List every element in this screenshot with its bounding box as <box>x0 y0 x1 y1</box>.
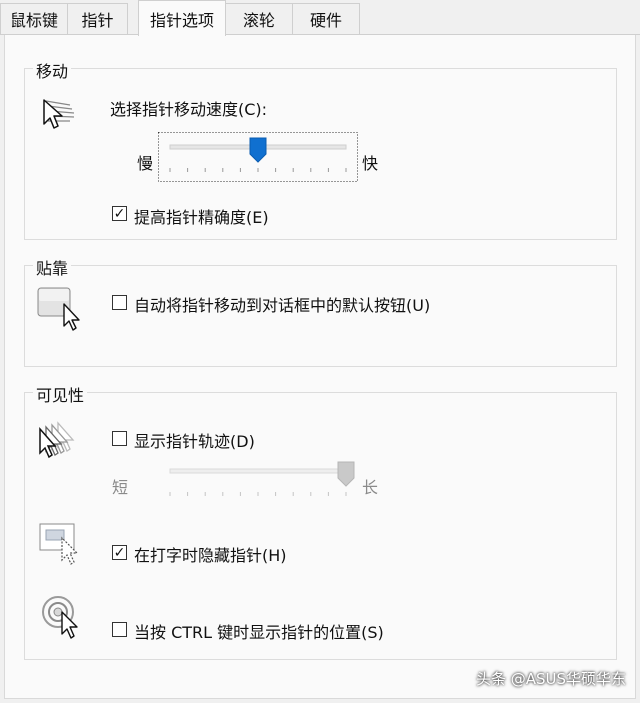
snap-group-title: 贴靠 <box>33 255 72 279</box>
precision-label[interactable]: 提高指针精确度(E) <box>134 204 269 228</box>
hide-while-typing-icon <box>39 523 79 565</box>
trails-slider-thumb[interactable] <box>337 461 355 487</box>
pointer-trails-slider[interactable] <box>158 456 358 506</box>
snap-group <box>24 265 617 367</box>
snap-label[interactable]: 自动将指针移动到对话框中的默认按钮(U) <box>134 292 430 316</box>
tab-strip: 鼠标键 指针 指针选项 滚轮 硬件 <box>0 0 640 36</box>
speed-fast-label: 快 <box>362 154 379 173</box>
trails-slider-ticks <box>169 492 347 496</box>
speed-slider-ticks <box>169 168 347 172</box>
hide-typing-checkbox[interactable]: ✓ <box>112 545 127 560</box>
precision-checkbox[interactable]: ✓ <box>112 206 127 221</box>
pointer-trails-icon <box>39 421 75 459</box>
pointer-speed-icon <box>43 99 75 129</box>
pointer-speed-slider[interactable] <box>158 132 358 182</box>
precision-check-mark: ✓ <box>113 205 126 222</box>
trails-long-label: 长 <box>362 478 379 497</box>
ctrl-locate-icon <box>42 596 78 639</box>
watermark: 头条 @ASUS华硕华东 <box>475 670 626 688</box>
speed-slow-label: 慢 <box>137 154 154 173</box>
trails-label[interactable]: 显示指针轨迹(D) <box>134 428 255 452</box>
hide-typing-check-mark: ✓ <box>113 544 126 561</box>
ctrl-locate-label[interactable]: 当按 CTRL 键时显示指针的位置(S) <box>134 619 384 643</box>
speed-slider-thumb[interactable] <box>249 137 267 163</box>
tab-pointer-options[interactable]: 指针选项 <box>138 0 226 36</box>
tab-mouse-buttons[interactable]: 鼠标键 <box>0 3 68 34</box>
tab-hardware[interactable]: 硬件 <box>292 3 360 34</box>
hide-typing-label[interactable]: 在打字时隐藏指针(H) <box>134 542 287 566</box>
snap-checkbox[interactable]: ✓ <box>112 295 127 310</box>
pointer-speed-label: 选择指针移动速度(C): <box>110 96 267 120</box>
snap-to-icon <box>37 287 80 331</box>
motion-group-title: 移动 <box>33 58 72 82</box>
trails-checkbox[interactable]: ✓ <box>112 431 127 446</box>
tab-pointers[interactable]: 指针 <box>67 3 128 34</box>
visibility-group-title: 可见性 <box>33 382 88 406</box>
trails-short-label: 短 <box>112 478 129 497</box>
pointer-speed-label-text: 选择指针移动速度(C): <box>110 100 268 119</box>
ctrl-locate-checkbox[interactable]: ✓ <box>112 622 127 637</box>
tab-wheel[interactable]: 滚轮 <box>225 3 293 34</box>
